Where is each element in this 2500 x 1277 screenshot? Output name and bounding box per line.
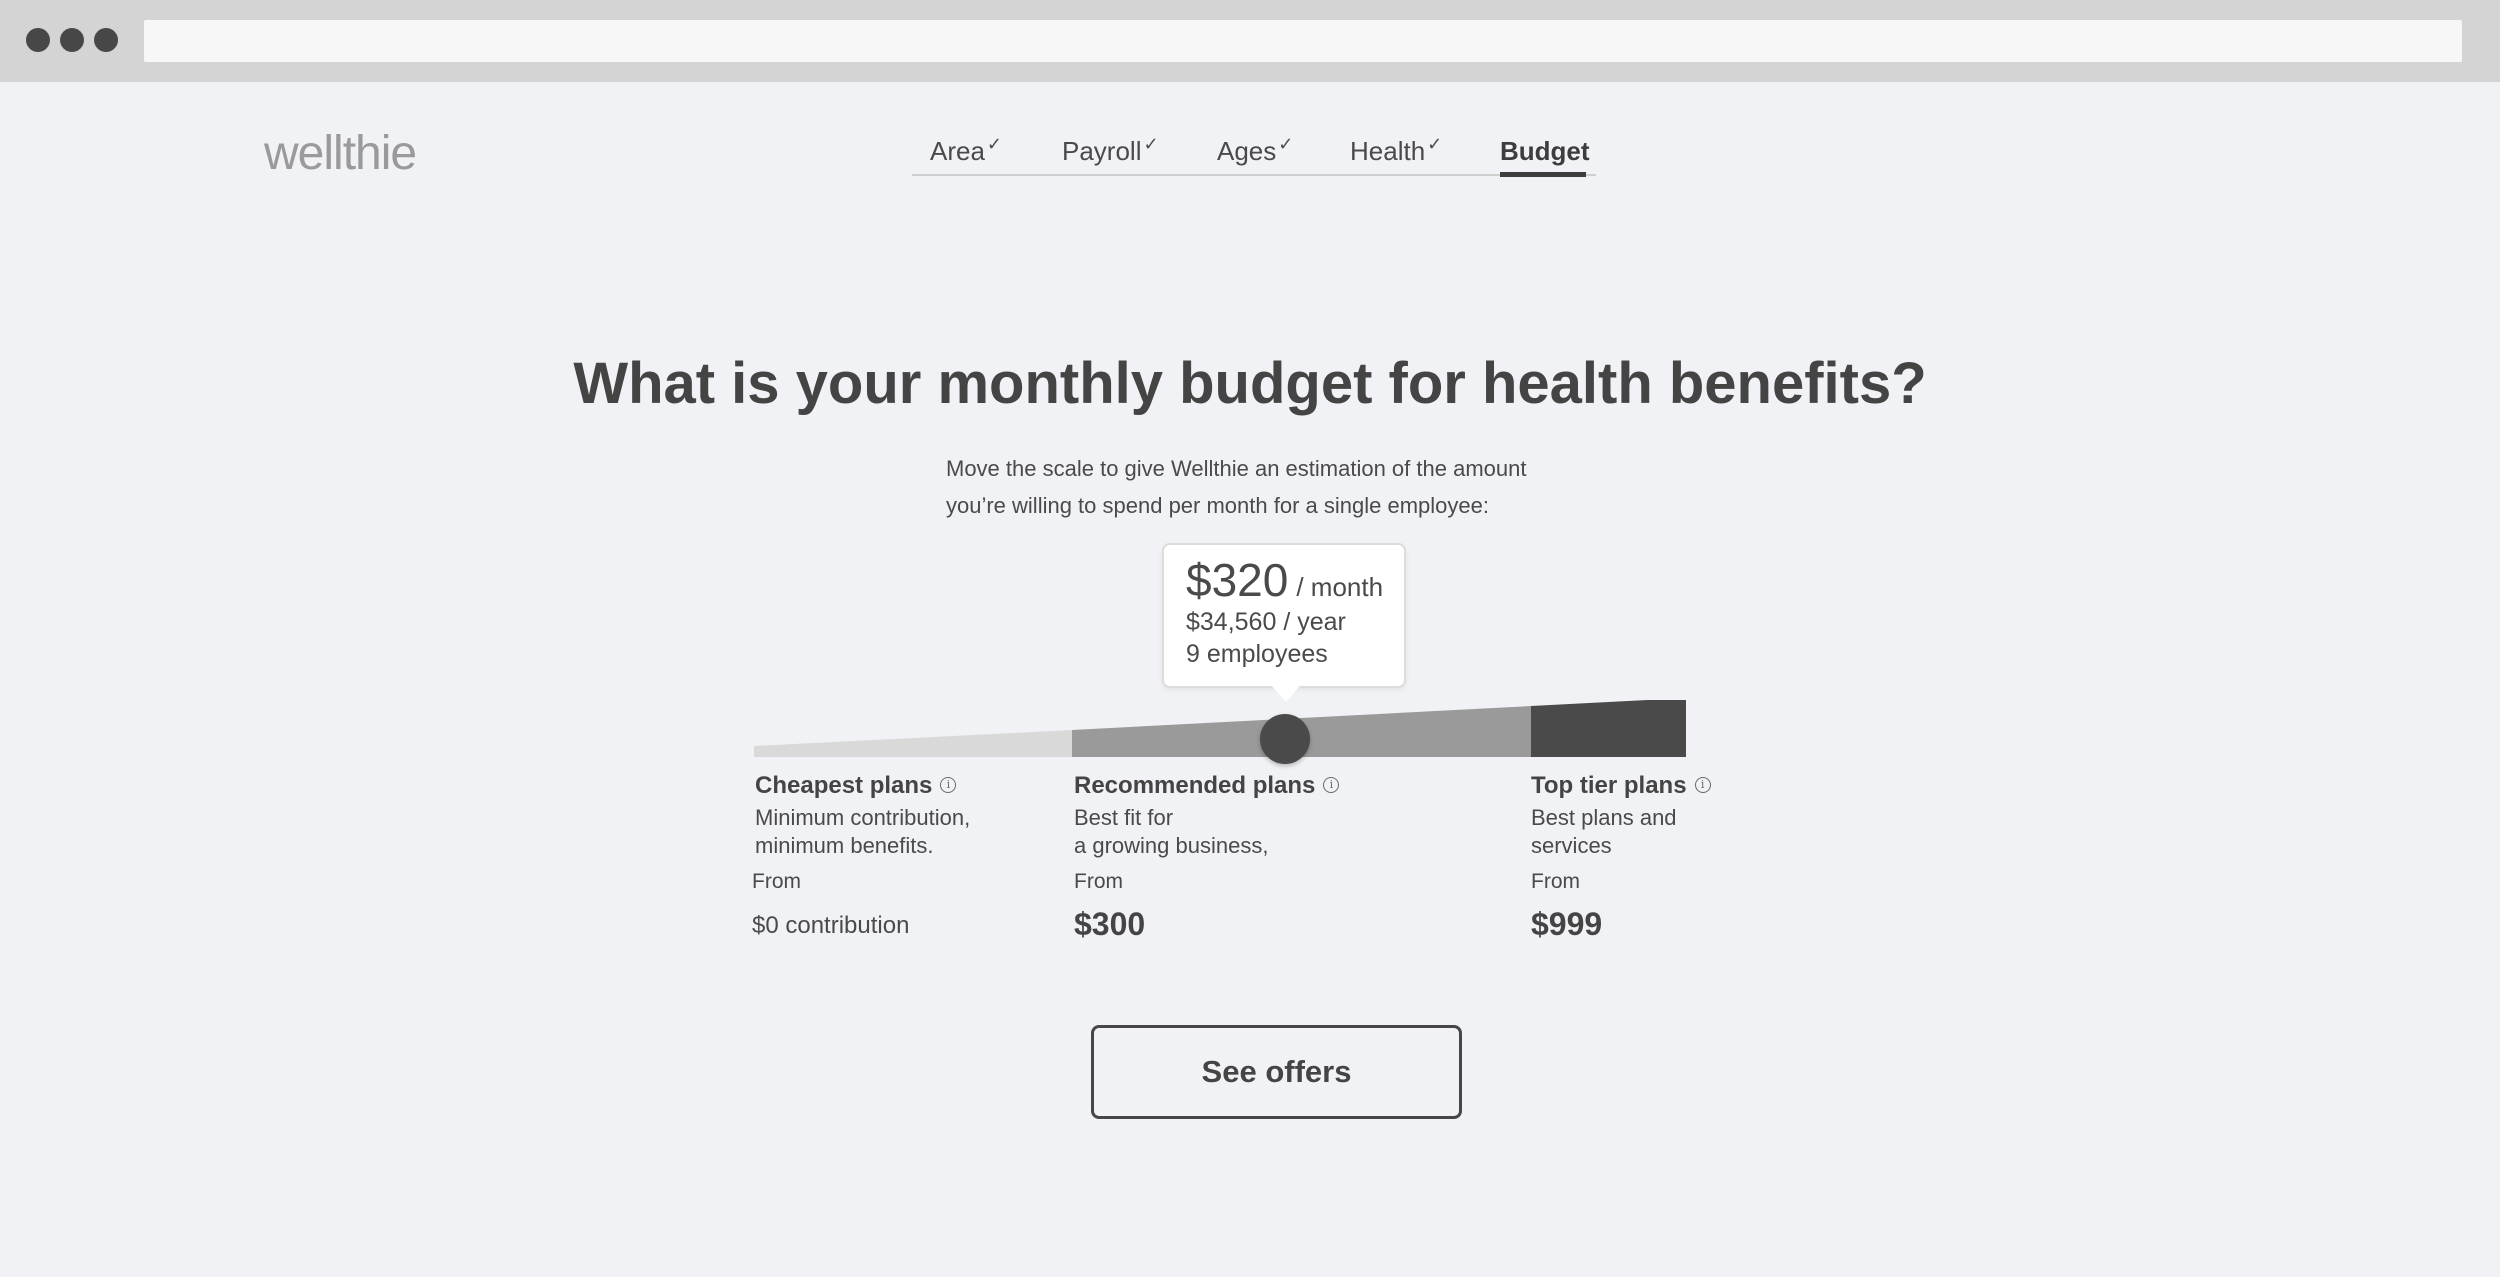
step-payroll[interactable]: Payroll ✓ bbox=[1062, 134, 1159, 167]
tier-top: Top tier plans i Best plans and services bbox=[1531, 772, 1831, 860]
tier-description-line: Best plans and bbox=[1531, 805, 1677, 830]
tier-title-text: Recommended plans bbox=[1074, 772, 1316, 799]
slider-handle[interactable] bbox=[1260, 714, 1310, 764]
step-health[interactable]: Health ✓ bbox=[1350, 134, 1443, 167]
tier-price: $999 bbox=[1531, 906, 1603, 942]
step-ages[interactable]: Ages ✓ bbox=[1217, 134, 1294, 167]
window-close-dot[interactable] bbox=[26, 28, 50, 52]
step-label: Budget bbox=[1500, 136, 1590, 166]
tier-from-label: From bbox=[752, 870, 801, 893]
step-navigation: Area ✓ Payroll ✓ Ages ✓ Health ✓ Budget bbox=[912, 130, 1596, 177]
page-title: What is your monthly budget for health b… bbox=[573, 351, 1927, 416]
monthly-budget: $320/ month bbox=[1186, 553, 1383, 607]
budget-estimate-tooltip: $320/ month $34,560 / year 9 employees bbox=[1162, 543, 1406, 702]
info-icon[interactable]: i bbox=[940, 776, 957, 793]
tier-description-line: minimum benefits. bbox=[755, 833, 934, 858]
employee-count: 9 employees bbox=[1186, 640, 1328, 668]
info-icon[interactable]: i bbox=[1694, 776, 1711, 793]
step-label: Ages bbox=[1217, 136, 1277, 166]
check-icon: ✓ bbox=[1427, 134, 1443, 154]
tier-description-line: Minimum contribution, bbox=[755, 805, 971, 830]
tier-description-line: services bbox=[1531, 833, 1612, 858]
address-bar[interactable] bbox=[144, 20, 2462, 62]
window-minimize-dot[interactable] bbox=[60, 28, 84, 52]
step-label: Area bbox=[930, 136, 985, 166]
check-icon: ✓ bbox=[1278, 134, 1294, 154]
page-description: Move the scale to give Wellthie an estim… bbox=[946, 450, 1586, 524]
active-step-indicator bbox=[1500, 172, 1586, 177]
scale-segment-top-tier[interactable] bbox=[1531, 700, 1686, 757]
check-icon: ✓ bbox=[1143, 134, 1159, 154]
window-maximize-dot[interactable] bbox=[94, 28, 118, 52]
step-label: Payroll bbox=[1062, 136, 1142, 166]
tier-title: Recommended plans i bbox=[1074, 772, 1374, 800]
tier-from-label: From bbox=[1074, 870, 1123, 893]
tier-cheapest: Cheapest plans i Minimum contribution, mi… bbox=[755, 772, 1055, 860]
description-line: Move the scale to give Wellthie an estim… bbox=[946, 456, 1527, 481]
see-offers-button[interactable]: See offers bbox=[1091, 1025, 1462, 1119]
tier-title-text: Top tier plans bbox=[1531, 772, 1687, 799]
step-label: Health bbox=[1350, 136, 1426, 166]
tier-description: Best fit for a growing business, bbox=[1074, 804, 1374, 860]
description-line: you’re willing to spend per month for a … bbox=[946, 493, 1489, 518]
info-icon[interactable]: i bbox=[1323, 776, 1340, 793]
tier-from-label: From bbox=[1531, 870, 1580, 893]
tier-description: Best plans and services bbox=[1531, 804, 1831, 860]
check-icon: ✓ bbox=[986, 134, 1003, 154]
browser-chrome bbox=[0, 0, 2500, 82]
step-budget[interactable]: Budget bbox=[1500, 136, 1590, 167]
tier-description: Minimum contribution, minimum benefits. bbox=[755, 804, 1055, 860]
step-area[interactable]: Area ✓ bbox=[930, 134, 1003, 167]
tier-price: $300 bbox=[1074, 906, 1146, 942]
tier-description-line: Best fit for bbox=[1074, 805, 1174, 830]
tier-recommended: Recommended plans i Best fit for a growin… bbox=[1074, 772, 1374, 860]
tier-title-text: Cheapest plans bbox=[755, 772, 933, 799]
budget-scale[interactable] bbox=[754, 700, 1690, 760]
logo[interactable]: wellthie bbox=[264, 126, 417, 181]
yearly-budget: $34,560 / year bbox=[1186, 608, 1346, 636]
tier-description-line: a growing business, bbox=[1074, 833, 1269, 858]
tier-title: Cheapest plans i bbox=[755, 772, 1055, 800]
tier-price: $0 contribution bbox=[752, 912, 910, 939]
scale-segment-cheapest[interactable] bbox=[754, 730, 1072, 757]
monthly-unit: / month bbox=[1296, 572, 1384, 602]
tier-title: Top tier plans i bbox=[1531, 772, 1831, 800]
monthly-amount: $320 bbox=[1186, 554, 1289, 606]
